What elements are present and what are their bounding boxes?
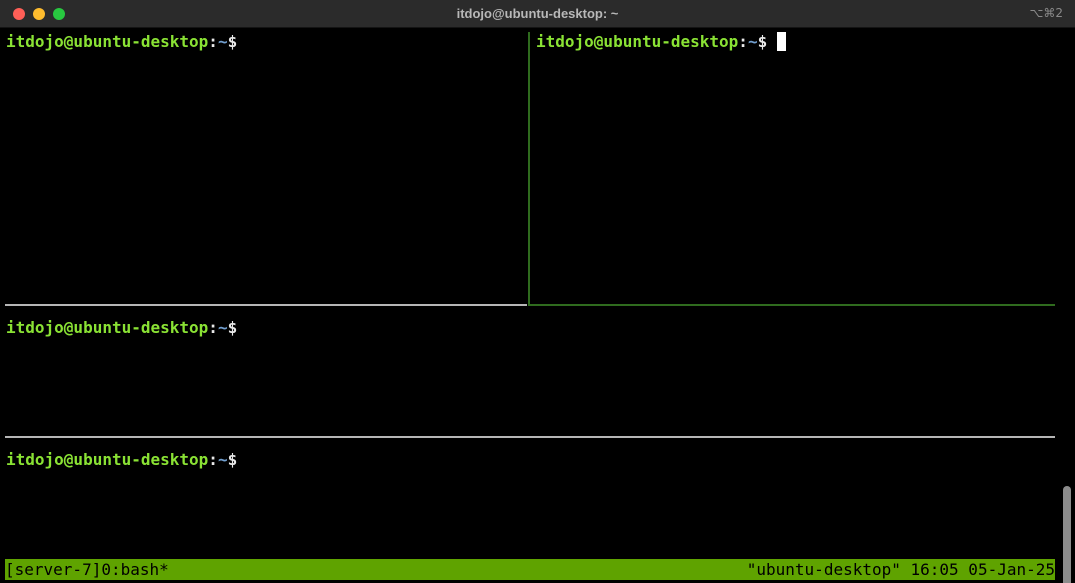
active-pane-vertical-border[interactable] [528, 32, 530, 306]
prompt-user-host: itdojo@ubuntu-desktop [536, 32, 739, 51]
terminal-window: itdojo@ubuntu-desktop: ~ ⌥⌘2 itdojo@ubun… [0, 0, 1075, 583]
prompt-dollar: $ [227, 32, 238, 51]
prompt-path: ~ [217, 318, 228, 337]
prompt-dollar: $ [227, 318, 238, 337]
shell-prompt: itdojo@ubuntu-desktop:~$ [6, 32, 237, 52]
tmux-status-bar: [server-7]0:bash* "ubuntu-desktop" 16:05… [5, 559, 1055, 580]
prompt-colon: : [208, 32, 218, 51]
prompt-colon: : [738, 32, 748, 51]
status-session-window[interactable]: [server-7]0:bash* [5, 559, 169, 580]
scrollbar-thumb[interactable] [1063, 486, 1071, 583]
title-bar[interactable]: itdojo@ubuntu-desktop: ~ ⌥⌘2 [0, 0, 1075, 28]
pane-middle[interactable]: itdojo@ubuntu-desktop:~$ [5, 306, 1055, 436]
prompt-colon: : [208, 450, 218, 469]
prompt-path: ~ [217, 32, 228, 51]
prompt-path: ~ [217, 450, 228, 469]
status-host-time-date: "ubuntu-desktop" 16:05 05-Jan-25 [746, 560, 1055, 579]
shell-prompt: itdojo@ubuntu-desktop:~$ [6, 318, 237, 338]
prompt-user-host: itdojo@ubuntu-desktop [6, 318, 209, 337]
prompt-colon: : [208, 318, 218, 337]
prompt-path: ~ [747, 32, 758, 51]
shell-prompt: itdojo@ubuntu-desktop:~$ [536, 32, 787, 52]
window-title: itdojo@ubuntu-desktop: ~ [456, 6, 619, 21]
pane-bottom[interactable]: itdojo@ubuntu-desktop:~$ [5, 438, 1055, 558]
shell-prompt: itdojo@ubuntu-desktop:~$ [6, 450, 237, 470]
prompt-dollar: $ [757, 32, 768, 51]
text-cursor [777, 32, 787, 51]
prompt-user-host: itdojo@ubuntu-desktop [6, 450, 209, 469]
prompt-dollar: $ [227, 450, 238, 469]
pane-top-right[interactable]: itdojo@ubuntu-desktop:~$ [531, 28, 1055, 304]
terminal-area[interactable]: itdojo@ubuntu-desktop:~$ itdojo@ubuntu-d… [0, 28, 1075, 583]
window-shortcut: ⌥⌘2 [1029, 6, 1063, 20]
pane-top-left[interactable]: itdojo@ubuntu-desktop:~$ [5, 28, 525, 304]
prompt-user-host: itdojo@ubuntu-desktop [6, 32, 209, 51]
